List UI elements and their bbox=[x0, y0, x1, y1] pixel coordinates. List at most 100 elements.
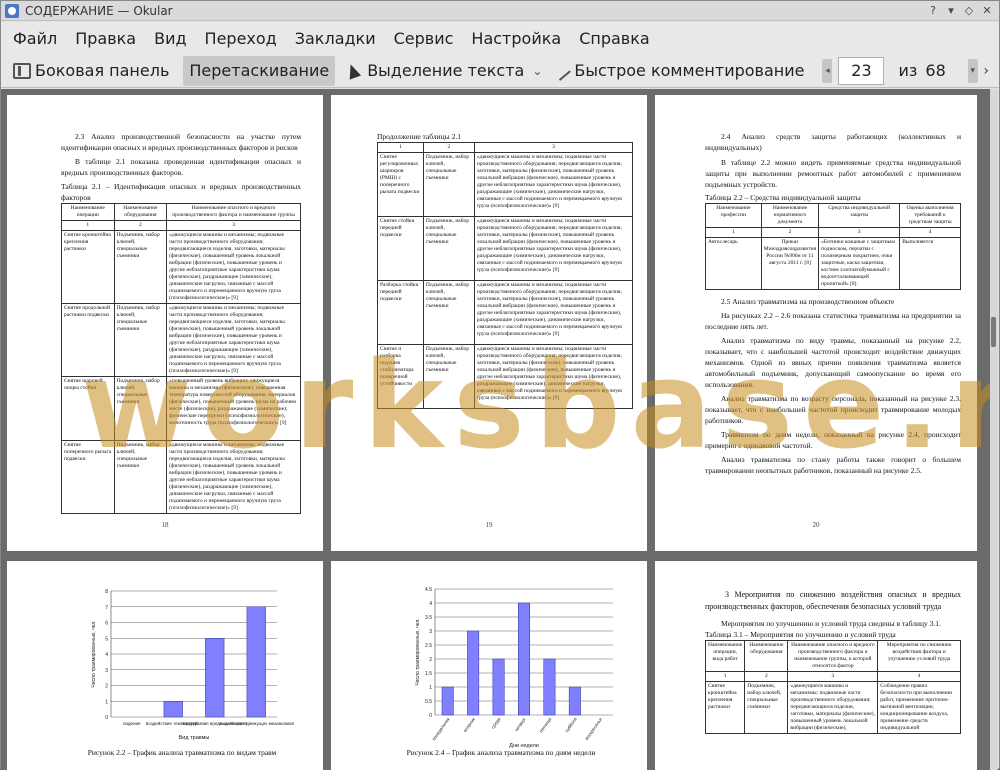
paragraph: В таблице 2.1 показана проведенная идент… bbox=[61, 157, 301, 177]
previous-page-button[interactable]: ◂ bbox=[822, 58, 833, 83]
page-22[interactable]: 0 0.5 1 1.5 2 2.5 3 3.5 4 4.5 понедельник вторник ср… bbox=[331, 561, 647, 770]
table-cell: «движущиеся машины и механизмы; подвижны… bbox=[473, 344, 634, 409]
pen-icon bbox=[551, 60, 572, 81]
y-tick-label: 3 bbox=[429, 629, 432, 635]
bar bbox=[492, 658, 505, 716]
table-cell: Оценка выполнения требований к средствам… bbox=[899, 203, 961, 228]
menu-item-5[interactable]: Сервис bbox=[394, 29, 454, 48]
table-cell: 2 bbox=[113, 220, 168, 231]
page-19[interactable]: Продолжение таблицы 2.1 1 2 3 Снятие регули… bbox=[331, 95, 647, 551]
bar bbox=[568, 686, 581, 716]
scrollbar-thumb[interactable] bbox=[991, 317, 996, 347]
text-select-tool-button[interactable]: Выделение текста ⌄ bbox=[341, 56, 548, 86]
x-tick-label: пятница bbox=[538, 716, 552, 733]
section-heading: 2.5 Анализ травматизма на производственн… bbox=[721, 297, 895, 306]
page-23[interactable]: 3 Мероприятия по снижению воздействия оп… bbox=[655, 561, 977, 770]
document-viewport[interactable]: 2.3 Анализ производственной безопасности… bbox=[1, 89, 991, 770]
page-18[interactable]: 2.3 Анализ производственной безопасности… bbox=[7, 95, 323, 551]
y-axis-label: Число травмированных, чел. bbox=[415, 618, 421, 685]
table-cell: Средства индивидуальной защиты bbox=[818, 203, 901, 228]
table-row: Снятие регулировочных шарниров (РМШ) с п… bbox=[377, 152, 634, 217]
table-row: Снятие продольной растяжки подвески Подъе… bbox=[61, 303, 301, 377]
menu-item-2[interactable]: Вид bbox=[154, 29, 186, 48]
table-cell: 1 bbox=[705, 227, 762, 238]
x-axis-label: Вид травмы bbox=[179, 735, 210, 741]
page-of-label: из bbox=[898, 61, 918, 80]
next-page-button[interactable]: ▾ bbox=[967, 58, 978, 83]
page-20[interactable]: 2.4 Анализ средств защиты работающих (ко… bbox=[655, 95, 977, 551]
y-tick-label: 8 bbox=[105, 589, 108, 595]
table-number-row: 1234 bbox=[705, 227, 961, 238]
table-row: Снятие кронштейна крепления растяжки Подъ… bbox=[704, 681, 961, 734]
table-caption: Таблица 3.1 – Мероприятия по улучшению и… bbox=[705, 630, 896, 639]
table-cell: Снятие кронштейна крепления растяжки bbox=[704, 681, 746, 734]
x-tick-label: четверг bbox=[514, 716, 527, 732]
sidebar-toggle-button[interactable]: Боковая панель bbox=[7, 56, 175, 86]
maximize-icon[interactable]: ◇ bbox=[961, 3, 977, 19]
bar bbox=[205, 638, 225, 718]
okular-app-icon[interactable] bbox=[5, 3, 19, 18]
page-number-input[interactable]: 23 bbox=[838, 56, 885, 85]
table-cell: Наименование профессии bbox=[705, 203, 762, 228]
table-caption: Таблица 2.1 – Идентификация опасных и вр… bbox=[61, 182, 301, 202]
menu-item-7[interactable]: Справка bbox=[579, 29, 650, 48]
y-tick-label: 0.5 bbox=[425, 699, 432, 705]
table-row: Снятие кронштейна крепления растяжки Подъ… bbox=[61, 230, 301, 304]
minimize-icon[interactable]: ▾ bbox=[943, 3, 959, 19]
table-row: Разборка стойки передней подвески Подъемн… bbox=[377, 280, 634, 345]
y-tick-label: 6 bbox=[105, 621, 108, 627]
toolbar-overflow-icon[interactable]: › bbox=[983, 63, 989, 79]
table-2-1: Наименование операции Наименование оборуд… bbox=[61, 203, 301, 514]
close-icon[interactable]: ✕ bbox=[979, 3, 995, 19]
quick-annotation-button[interactable]: Быстрое комментирование bbox=[548, 56, 810, 86]
table-cell: «движущиеся машины и механизмы; подвижны… bbox=[787, 681, 879, 734]
table-cell: «движущиеся машины и механизмы; подвижны… bbox=[166, 440, 301, 514]
menu-item-4[interactable]: Закладки bbox=[295, 29, 376, 48]
table-number-row: 123 bbox=[61, 220, 301, 231]
table-cell: Наименование оборудования bbox=[113, 203, 168, 221]
vertical-scrollbar[interactable] bbox=[990, 89, 998, 770]
menu-item-1[interactable]: Правка bbox=[75, 29, 136, 48]
section-heading: 2.4 Анализ средств защиты работающих (ко… bbox=[705, 132, 961, 152]
x-tick-label: падение bbox=[123, 721, 141, 726]
chevron-down-icon[interactable]: ⌄ bbox=[532, 64, 542, 78]
sidebar-icon bbox=[13, 62, 31, 79]
table-number-row: 123 bbox=[377, 142, 634, 153]
y-tick-label: 3 bbox=[105, 668, 108, 674]
y-tick-label: 1.5 bbox=[425, 671, 432, 677]
y-tick-label: 2 bbox=[105, 684, 108, 690]
help-icon[interactable]: ? bbox=[925, 3, 941, 19]
table-cell: Снятие стойки передней подвески bbox=[377, 216, 424, 281]
browse-tool-button[interactable]: Перетаскивание bbox=[183, 55, 336, 86]
table-row: Снятие шаровой опоры стойки Подъемник, на… bbox=[61, 376, 301, 441]
section-heading: 2.3 Анализ производственной безопасности… bbox=[61, 132, 301, 152]
page-21[interactable]: 0 1 2 3 4 5 6 7 8 падение воздействие температуры в… bbox=[7, 561, 323, 770]
table-header-row: Наименование профессии Наименование норма… bbox=[705, 203, 961, 228]
y-tick-label: 0 bbox=[105, 715, 108, 721]
table-row: Автослесарь Приказ Минздравсоцразвития Ро… bbox=[705, 237, 961, 290]
table-cell: «движущиеся машины и механизмы; подвижны… bbox=[473, 216, 634, 281]
table-cell: Наименование оборудования bbox=[744, 640, 789, 672]
menu-item-6[interactable]: Настройка bbox=[471, 29, 561, 48]
table-cell: Подъемник, набор ключей, специальные съе… bbox=[422, 216, 475, 281]
y-tick-label: 1 bbox=[429, 685, 432, 691]
table-cell: 1 bbox=[704, 671, 746, 682]
table-cell: Соблюдение правил безопасности при выпол… bbox=[877, 681, 961, 734]
x-tick-label: вторник bbox=[463, 717, 476, 733]
table-cell: Наименование опасного и вредного произво… bbox=[166, 203, 301, 221]
table-cell: 2 bbox=[760, 227, 820, 238]
paragraph: В таблице 2.2 можно видеть применяемые с… bbox=[705, 158, 961, 189]
injury-type-chart: 012345678падение воздействие температурыв… bbox=[91, 589, 294, 741]
menu-bar: Файл Правка Вид Переход Закладки Сервис Настро… bbox=[1, 22, 999, 54]
table-cell: 1 bbox=[377, 142, 424, 153]
paragraph: Мероприятия по улучшению и условий труда… bbox=[721, 619, 941, 628]
cursor-icon bbox=[345, 61, 362, 80]
table-cell: Снятие кронштейна крепления растяжки bbox=[61, 230, 115, 304]
total-pages-label: 68 bbox=[925, 61, 946, 80]
x-tick-label: понедельник bbox=[431, 717, 450, 742]
table-cell: Приказ Минздравсоцразвития России №906н … bbox=[760, 237, 820, 290]
title-bar[interactable]: СОДЕРЖАНИЕ — Okular ? ▾ ◇ ✕ bbox=[1, 1, 999, 21]
menu-item-0[interactable]: Файл bbox=[13, 29, 57, 48]
paragraph: Анализ травматизма по виду травмы, показ… bbox=[705, 336, 961, 389]
menu-item-3[interactable]: Переход bbox=[205, 29, 277, 48]
